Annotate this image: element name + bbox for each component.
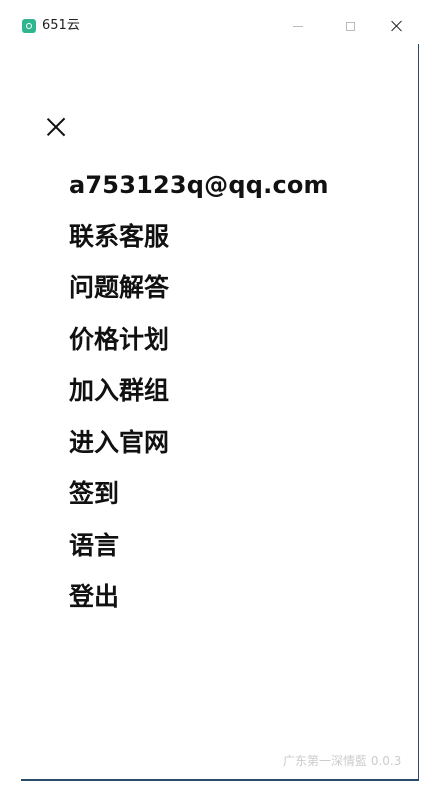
menu-item-pricing[interactable]: 价格计划 <box>69 321 329 373</box>
close-icon[interactable] <box>44 115 68 139</box>
app-leaf-icon <box>22 19 36 33</box>
side-menu: a753123q@qq.com 联系客服 问题解答 价格计划 加入群组 进入官网… <box>69 166 329 630</box>
menu-item-language[interactable]: 语言 <box>69 527 329 579</box>
menu-item-logout[interactable]: 登出 <box>69 578 329 630</box>
window-title: 651云 <box>42 18 80 33</box>
window-close-button[interactable] <box>385 15 407 37</box>
window-bottom-border <box>21 779 419 781</box>
app-window: 651云 a753123q@qq.com 联系客服 问题解答 价格计划 加入群组… <box>0 0 440 802</box>
version-label: 广东第一深情藍 0.0.3 <box>283 754 402 768</box>
window-right-border <box>418 44 419 780</box>
minimize-button[interactable] <box>287 15 309 37</box>
maximize-icon <box>345 21 355 31</box>
menu-item-check-in[interactable]: 签到 <box>69 475 329 527</box>
menu-item-faq[interactable]: 问题解答 <box>69 269 329 321</box>
menu-item-contact-support[interactable]: 联系客服 <box>69 218 329 270</box>
title-bar[interactable]: 651云 <box>0 0 440 46</box>
window-close-icon <box>390 20 402 32</box>
menu-item-account-email[interactable]: a753123q@qq.com <box>69 166 329 218</box>
minimize-icon <box>293 25 303 27</box>
menu-item-join-group[interactable]: 加入群组 <box>69 372 329 424</box>
menu-item-official-site[interactable]: 进入官网 <box>69 424 329 476</box>
maximize-button[interactable] <box>339 15 361 37</box>
